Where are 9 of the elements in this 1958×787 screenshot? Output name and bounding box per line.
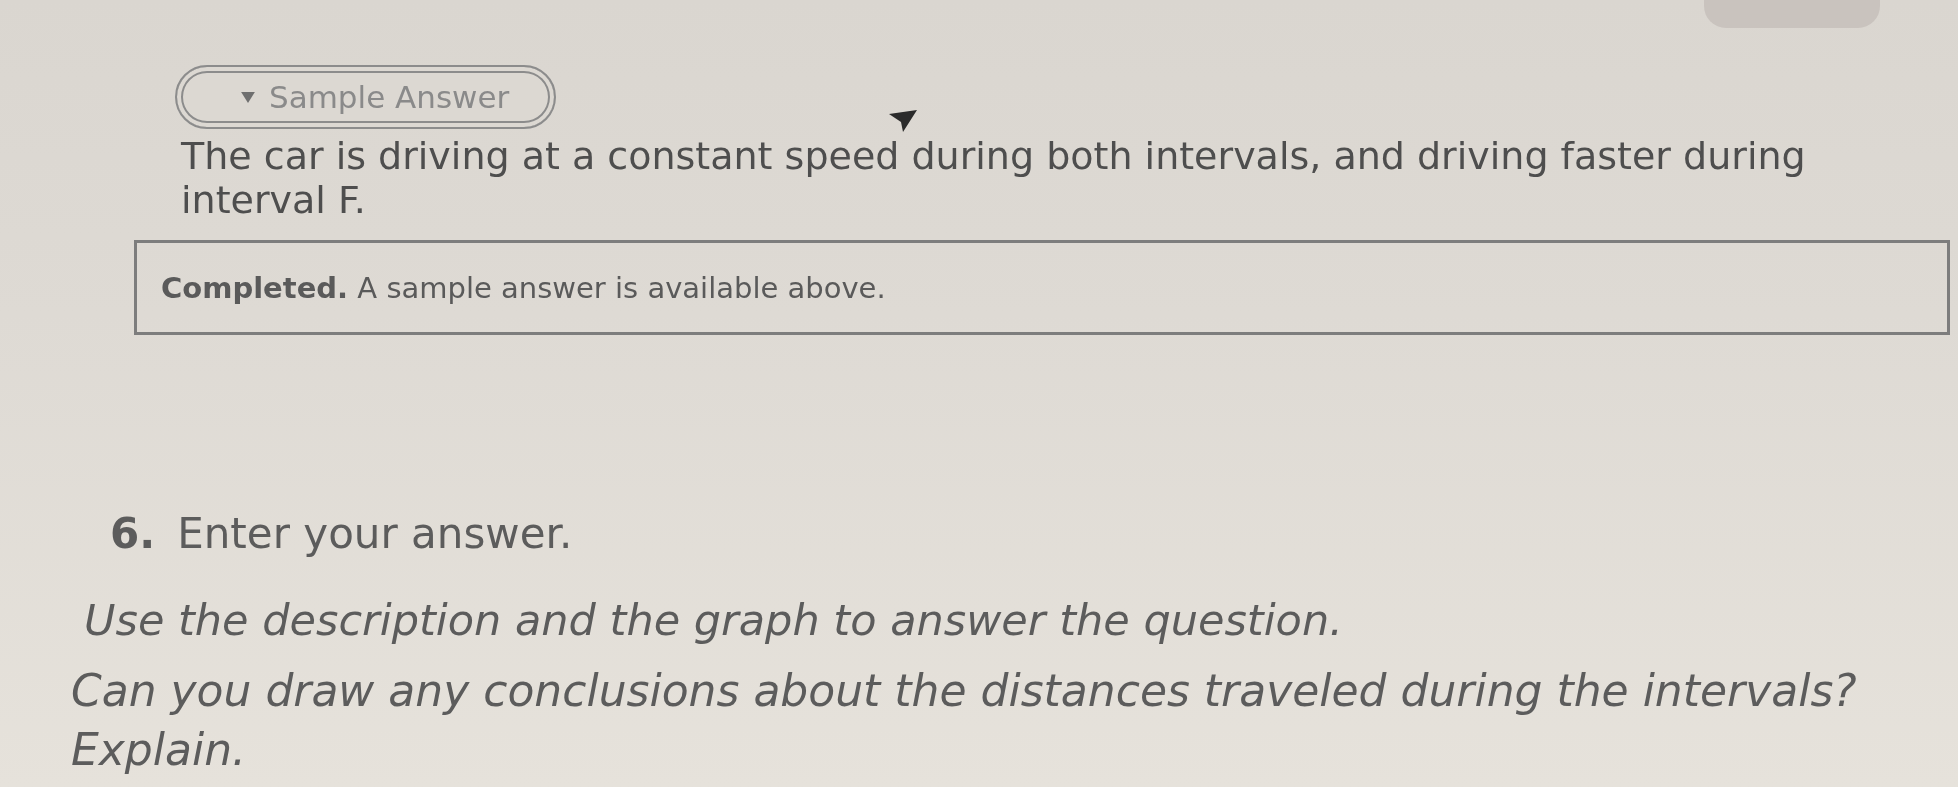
- question-prompt: Enter your answer.: [177, 509, 573, 559]
- caret-icon: [241, 91, 255, 103]
- question-text: Can you draw any conclusions about the distances traveled during the intervals? Explain.: [71, 664, 1858, 777]
- instructions-text: Use the description and the graph to answer the question.: [84, 594, 1344, 647]
- sample-answer-text: The car is driving at a constant speed during both intervals, and driving faster during interval F.: [181, 134, 1807, 222]
- cursor-icon: [889, 110, 917, 132]
- question-number: 6.: [110, 509, 156, 559]
- sample-answer-toggle[interactable]: Sample Answer: [175, 65, 556, 129]
- status-message: Completed. A sample answer is available above.: [161, 270, 886, 305]
